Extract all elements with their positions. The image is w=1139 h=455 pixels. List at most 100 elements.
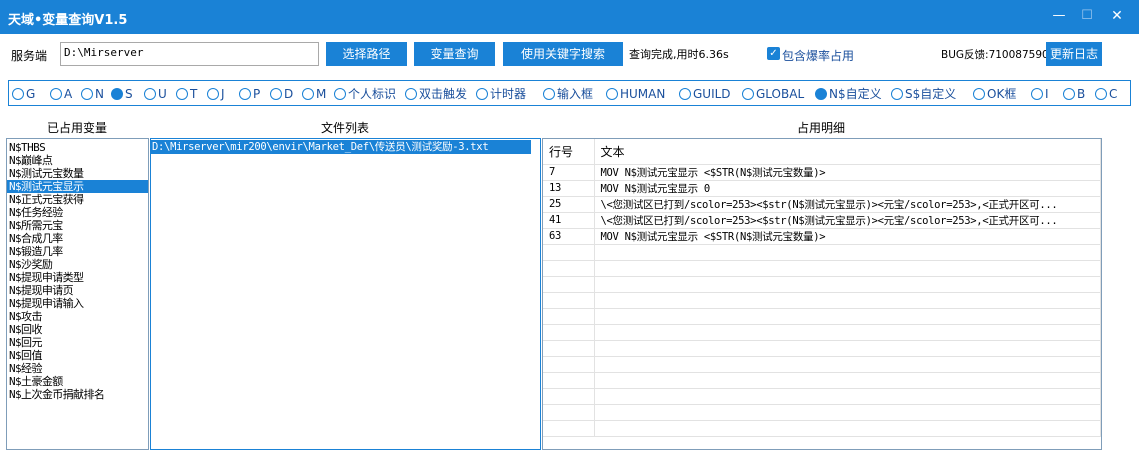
- variable-list-item[interactable]: N$合成几率: [7, 232, 148, 245]
- line-number-cell: [543, 308, 595, 325]
- line-number-cell: [543, 388, 595, 405]
- radio-option[interactable]: 双击触发: [405, 87, 467, 101]
- empty-table-row[interactable]: [543, 372, 1101, 389]
- radio-option[interactable]: C: [1095, 87, 1117, 101]
- table-row[interactable]: 41 \<您测试区已打到/scolor=253><$str(N$测试元宝显示)><…: [543, 212, 1101, 229]
- radio-label: B: [1077, 87, 1086, 101]
- radio-option[interactable]: GLOBAL: [742, 87, 804, 101]
- text-cell: [594, 244, 1101, 261]
- keyword-search-button[interactable]: 使用关键字搜索: [503, 42, 623, 66]
- empty-table-row[interactable]: [543, 244, 1101, 261]
- close-icon[interactable]: ✕: [1106, 6, 1128, 26]
- update-log-button[interactable]: 更新日志: [1046, 42, 1102, 66]
- radio-unchecked-icon: [302, 88, 314, 100]
- radio-option[interactable]: OK框: [973, 87, 1016, 101]
- variable-list-item[interactable]: N$任务经验: [7, 206, 148, 219]
- radio-option[interactable]: 输入框: [543, 87, 593, 101]
- table-row[interactable]: 63 MOV N$测试元宝显示 <$STR(N$测试元宝数量)>: [543, 228, 1101, 245]
- radio-unchecked-icon: [405, 88, 417, 100]
- server-path-input[interactable]: D:\Mirserver: [60, 42, 319, 66]
- table-row[interactable]: 25 \<您测试区已打到/scolor=253><$str(N$测试元宝显示)><…: [543, 196, 1101, 213]
- radio-option[interactable]: GUILD: [679, 87, 731, 101]
- radio-option[interactable]: T: [176, 87, 197, 101]
- text-cell: MOV N$测试元宝显示 <$STR(N$测试元宝数量)>: [594, 164, 1101, 181]
- minimize-icon[interactable]: —: [1048, 6, 1070, 26]
- variable-list-item[interactable]: N$测试元宝数量: [7, 167, 148, 180]
- variable-list-item[interactable]: N$回值: [7, 349, 148, 362]
- variable-list-item[interactable]: N$正式元宝获得: [7, 193, 148, 206]
- radio-option[interactable]: U: [144, 87, 167, 101]
- variable-list-item[interactable]: N$土豪金额: [7, 375, 148, 388]
- radio-option[interactable]: J: [207, 87, 225, 101]
- radio-option[interactable]: S$自定义: [891, 87, 956, 101]
- radio-label: D: [284, 87, 294, 101]
- radio-option[interactable]: 计时器: [476, 87, 526, 101]
- text-cell: [594, 356, 1101, 373]
- radio-unchecked-icon: [50, 88, 62, 100]
- radio-option[interactable]: I: [1031, 87, 1049, 101]
- radio-label: S: [125, 87, 133, 101]
- query-vars-button[interactable]: 变量查询: [414, 42, 495, 66]
- variable-list-item[interactable]: N$上次金币捐献排名: [7, 388, 148, 401]
- radio-option[interactable]: P: [239, 87, 260, 101]
- detail-grid[interactable]: 行号 文本 7 MOV N$测试元宝显示 <$STR(N$测试元宝数量)> 13 MO…: [542, 138, 1102, 450]
- text-cell: [594, 276, 1101, 293]
- empty-table-row[interactable]: [543, 388, 1101, 405]
- empty-table-row[interactable]: [543, 324, 1101, 341]
- radio-unchecked-icon: [1031, 88, 1043, 100]
- radio-checked-icon: [815, 88, 827, 100]
- column-header-text[interactable]: 文本: [594, 139, 1101, 165]
- line-number-cell: 13: [543, 180, 595, 197]
- empty-table-row[interactable]: [543, 404, 1101, 421]
- file-list-item[interactable]: D:\Mirserver\mir200\envir\Market_Def\传送员…: [151, 140, 531, 154]
- radio-option[interactable]: A: [50, 87, 72, 101]
- maximize-icon[interactable]: ☐: [1076, 6, 1098, 26]
- variable-list-item[interactable]: N$提现申请类型: [7, 271, 148, 284]
- radio-option[interactable]: N: [81, 87, 104, 101]
- variable-list-item[interactable]: N$THBS: [7, 141, 148, 154]
- radio-label: N$自定义: [829, 87, 882, 101]
- empty-table-row[interactable]: [543, 260, 1101, 277]
- empty-table-row[interactable]: [543, 356, 1101, 373]
- table-row[interactable]: 13 MOV N$测试元宝显示 0: [543, 180, 1101, 197]
- bug-feedback-text: BUG反馈:710087590: [941, 49, 1049, 61]
- radio-option[interactable]: HUMAN: [606, 87, 665, 101]
- select-path-button[interactable]: 选择路径: [326, 42, 407, 66]
- radio-option[interactable]: M: [302, 87, 326, 101]
- variable-list-item[interactable]: N$回元: [7, 336, 148, 349]
- variable-list-item[interactable]: N$攻击: [7, 310, 148, 323]
- radio-label: GLOBAL: [756, 87, 805, 101]
- empty-table-row[interactable]: [543, 420, 1101, 437]
- occupied-vars-list[interactable]: N$THBS N$巅峰点 N$测试元宝数量 N$测试元宝显示 N$正式元宝获得 N$任务经…: [6, 138, 149, 450]
- table-row[interactable]: 7 MOV N$测试元宝显示 <$STR(N$测试元宝数量)>: [543, 164, 1101, 181]
- text-cell: [594, 292, 1101, 309]
- radio-unchecked-icon: [12, 88, 24, 100]
- variable-list-item[interactable]: N$提现申请页: [7, 284, 148, 297]
- radio-option[interactable]: N$自定义: [815, 87, 882, 101]
- column-header-line[interactable]: 行号: [543, 139, 595, 165]
- empty-table-row[interactable]: [543, 308, 1101, 325]
- radio-option[interactable]: G: [12, 87, 35, 101]
- empty-table-row[interactable]: [543, 340, 1101, 357]
- variable-list-item[interactable]: N$提现申请输入: [7, 297, 148, 310]
- variable-list-item[interactable]: N$回收: [7, 323, 148, 336]
- radio-option[interactable]: 个人标识: [334, 87, 396, 101]
- variable-list-item[interactable]: N$巅峰点: [7, 154, 148, 167]
- variable-list-item[interactable]: N$经验: [7, 362, 148, 375]
- radio-option[interactable]: S: [111, 87, 133, 101]
- include-drop-checkbox[interactable]: ✓: [767, 47, 780, 60]
- radio-option[interactable]: B: [1063, 87, 1085, 101]
- line-number-cell: [543, 292, 595, 309]
- text-cell: [594, 260, 1101, 277]
- variable-list-item[interactable]: N$所需元宝: [7, 219, 148, 232]
- file-list[interactable]: D:\Mirserver\mir200\envir\Market_Def\传送员…: [150, 138, 541, 450]
- empty-table-row[interactable]: [543, 292, 1101, 309]
- radio-option[interactable]: D: [270, 87, 293, 101]
- empty-table-row[interactable]: [543, 276, 1101, 293]
- variable-list-item[interactable]: N$锻造几率: [7, 245, 148, 258]
- text-cell: [594, 324, 1101, 341]
- variable-list-item[interactable]: N$沙奖励: [7, 258, 148, 271]
- radio-label: U: [158, 87, 167, 101]
- line-number-cell: 25: [543, 196, 595, 213]
- variable-list-item[interactable]: N$测试元宝显示: [7, 180, 148, 193]
